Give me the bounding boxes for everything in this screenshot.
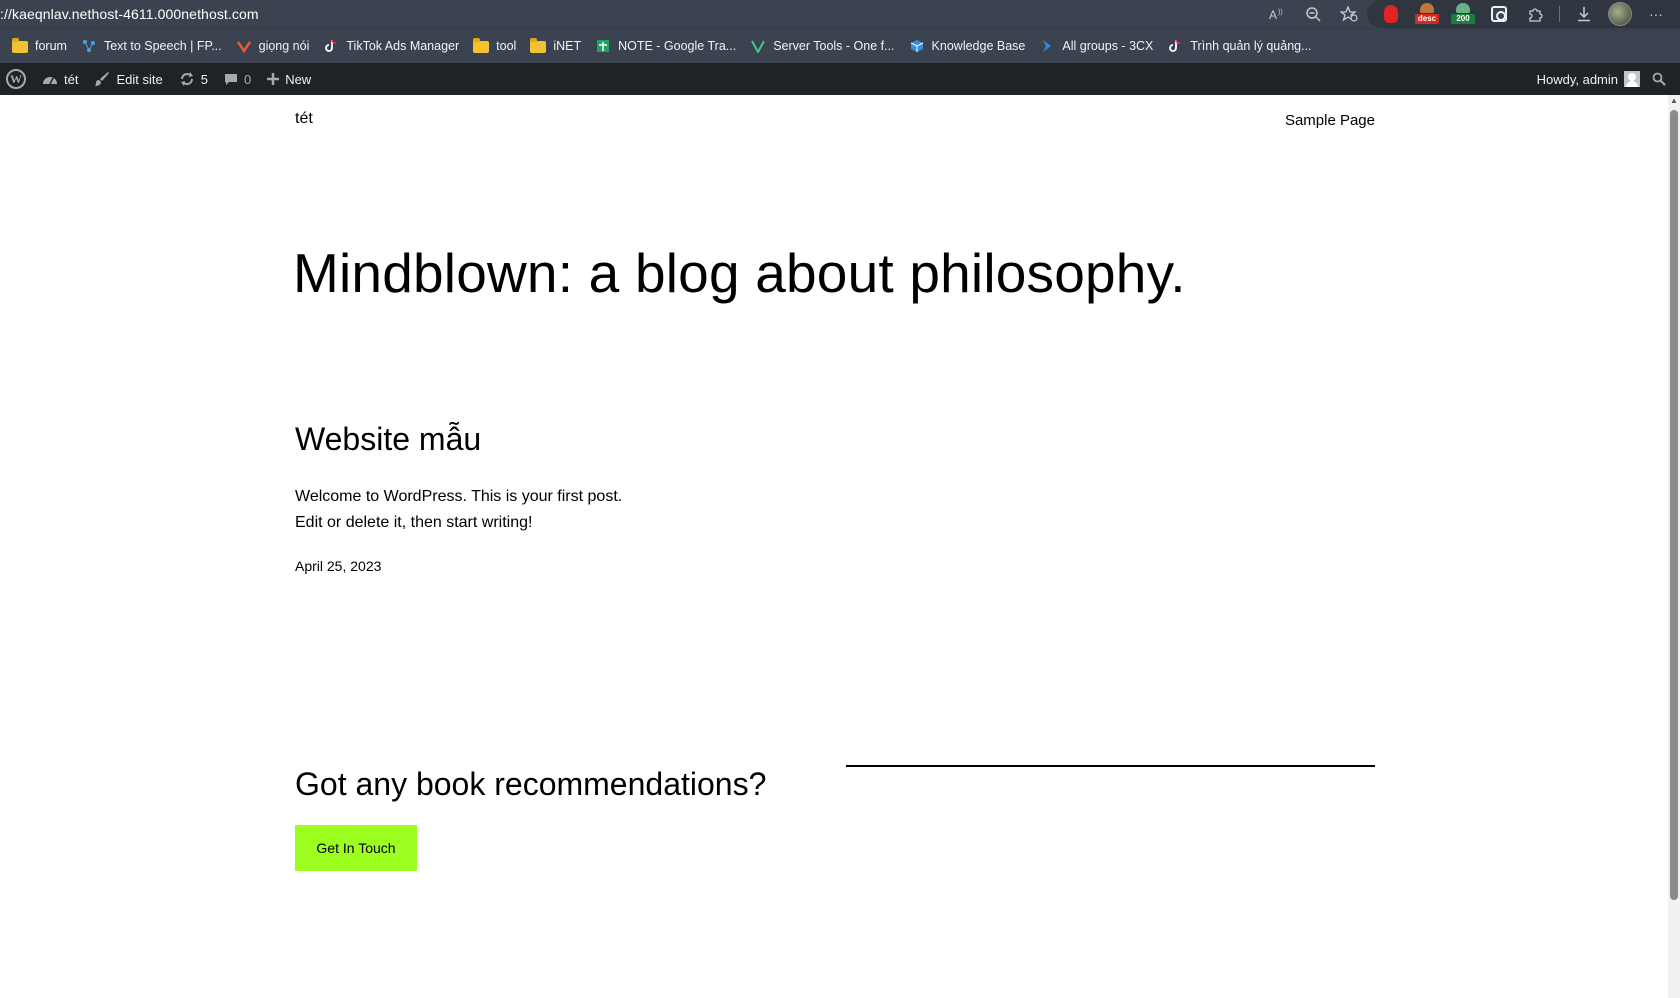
post-title[interactable]: Website mẫu — [295, 421, 481, 458]
bookmark-forum[interactable]: forum — [12, 34, 67, 58]
wordpress-icon: W — [6, 69, 26, 89]
more-icon[interactable]: ··· — [1638, 0, 1674, 28]
folder-icon — [530, 38, 547, 54]
bookmark-tiktok-ads[interactable]: TikTok Ads Manager — [323, 34, 459, 58]
edit-site-label: Edit site — [116, 71, 163, 87]
bookmark-label: giọng nói — [258, 39, 310, 53]
dashboard-icon — [42, 72, 58, 86]
user-avatar-icon — [1624, 71, 1640, 87]
profile-avatar[interactable] — [1602, 0, 1638, 28]
download-icon[interactable] — [1566, 0, 1602, 28]
admin-bar-comments[interactable]: 0 — [216, 63, 259, 95]
admin-bar-new[interactable]: New — [259, 63, 319, 95]
bookmark-label: tool — [496, 39, 517, 53]
bookmark-text-to-speech[interactable]: Text to Speech | FP... — [81, 34, 222, 58]
howdy-label: Howdy, admin — [1536, 71, 1618, 87]
separator-line — [846, 765, 1375, 767]
tiktok-icon — [323, 38, 339, 54]
hero-heading: Mindblown: a blog about philosophy. — [293, 242, 1186, 304]
server-icon — [750, 38, 766, 54]
post-excerpt: Welcome to WordPress. This is your first… — [295, 484, 655, 536]
admin-bar-my-account[interactable]: Howdy, admin — [1529, 63, 1644, 95]
nav-link-sample-page[interactable]: Sample Page — [1285, 112, 1375, 129]
voice-icon — [236, 38, 252, 54]
sheets-icon — [595, 38, 611, 54]
bookmark-label: Text to Speech | FP... — [103, 39, 222, 53]
admin-bar-site-name[interactable]: tét — [34, 63, 86, 95]
desc-badge: desc — [1415, 14, 1439, 24]
post-excerpt-line: Welcome to WordPress. This is your first… — [295, 488, 623, 505]
wp-admin-bar: W tét Edit site 5 0 New Howdy, admin — [0, 63, 1680, 95]
bookmark-label: TikTok Ads Manager — [346, 39, 460, 53]
folder-icon — [473, 38, 490, 54]
bookmark-inet[interactable]: iNET — [530, 34, 581, 58]
folder-icon — [12, 38, 28, 54]
knowledge-icon — [909, 38, 925, 54]
comment-icon — [224, 72, 238, 86]
bookmark-note-google[interactable]: NOTE - Google Tra... — [595, 34, 736, 58]
red-extension-icon[interactable] — [1373, 0, 1409, 28]
admin-bar-edit-site[interactable]: Edit site — [86, 63, 170, 95]
plus-icon — [267, 73, 280, 85]
post-excerpt-line: Edit or delete it, then start writing! — [295, 514, 533, 531]
bookmark-giong-noi[interactable]: giọng nói — [236, 34, 310, 58]
browser-address-bar: ://kaeqnlav.nethost-4611.000nethost.com … — [0, 0, 1680, 28]
extension-icon[interactable] — [1517, 0, 1553, 28]
bookmark-label: Server Tools - One f... — [773, 39, 895, 53]
wp-logo-menu[interactable]: W — [0, 63, 34, 95]
bookmark-label: iNET — [553, 39, 582, 53]
updates-count: 5 — [200, 71, 208, 87]
comments-count: 0 — [243, 71, 252, 87]
bookmark-trinh-quan-ly[interactable]: Trình quản lý quảng... — [1167, 34, 1312, 58]
bookmark-label: Knowledge Base — [931, 39, 1026, 53]
desc-extension-icon[interactable]: desc — [1409, 0, 1445, 28]
browser-toolbar-icons: A)) desc 200 ··· — [1259, 0, 1680, 28]
screenshot-extension-icon[interactable] — [1481, 0, 1517, 28]
scrollbar-thumb[interactable] — [1670, 110, 1678, 900]
search-icon — [1652, 72, 1666, 86]
bookmark-label: All groups - 3CX — [1062, 39, 1154, 53]
cta-heading: Got any book recommendations? — [295, 766, 767, 802]
brush-icon — [94, 71, 110, 87]
site-name-label: tét — [64, 71, 79, 87]
tiktok-icon — [1167, 38, 1183, 54]
address-url[interactable]: ://kaeqnlav.nethost-4611.000nethost.com — [0, 6, 259, 22]
bookmark-label: NOTE - Google Tra... — [618, 39, 737, 53]
bookmark-server-tools[interactable]: Server Tools - One f... — [750, 34, 895, 58]
toolbar-divider — [1559, 6, 1560, 22]
zoom-out-icon[interactable] — [1295, 0, 1331, 28]
status-badge: 200 — [1451, 14, 1475, 24]
svg-text:A: A — [1269, 8, 1277, 21]
updates-icon — [179, 71, 195, 87]
site-title[interactable]: tét — [295, 110, 313, 128]
post-date: April 25, 2023 — [295, 558, 382, 574]
bookmark-tool[interactable]: tool — [473, 34, 516, 58]
bookmark-knowledge-base[interactable]: Knowledge Base — [909, 34, 1026, 58]
status-extension-icon[interactable]: 200 — [1445, 0, 1481, 28]
read-aloud-icon[interactable]: A)) — [1259, 0, 1295, 28]
admin-bar-secondary: Howdy, admin — [1529, 63, 1680, 95]
admin-bar-search[interactable] — [1644, 63, 1680, 95]
3cx-icon — [1039, 38, 1055, 54]
bookmarks-bar: forum Text to Speech | FP... giọng nói T… — [0, 28, 1680, 63]
scroll-up-arrow-icon[interactable]: ▲ — [1669, 96, 1679, 106]
svg-text:)): )) — [1278, 9, 1283, 16]
bookmark-label: Trình quản lý quảng... — [1190, 39, 1312, 53]
new-label: New — [285, 71, 312, 87]
extensions-group: desc 200 ··· — [1367, 0, 1680, 28]
bookmark-label: forum — [35, 39, 67, 53]
get-in-touch-button[interactable]: Get In Touch — [295, 825, 417, 871]
bookmark-3cx[interactable]: All groups - 3CX — [1039, 34, 1153, 58]
tts-icon — [81, 38, 97, 54]
favorite-icon[interactable] — [1331, 0, 1367, 28]
admin-bar-updates[interactable]: 5 — [171, 63, 216, 95]
